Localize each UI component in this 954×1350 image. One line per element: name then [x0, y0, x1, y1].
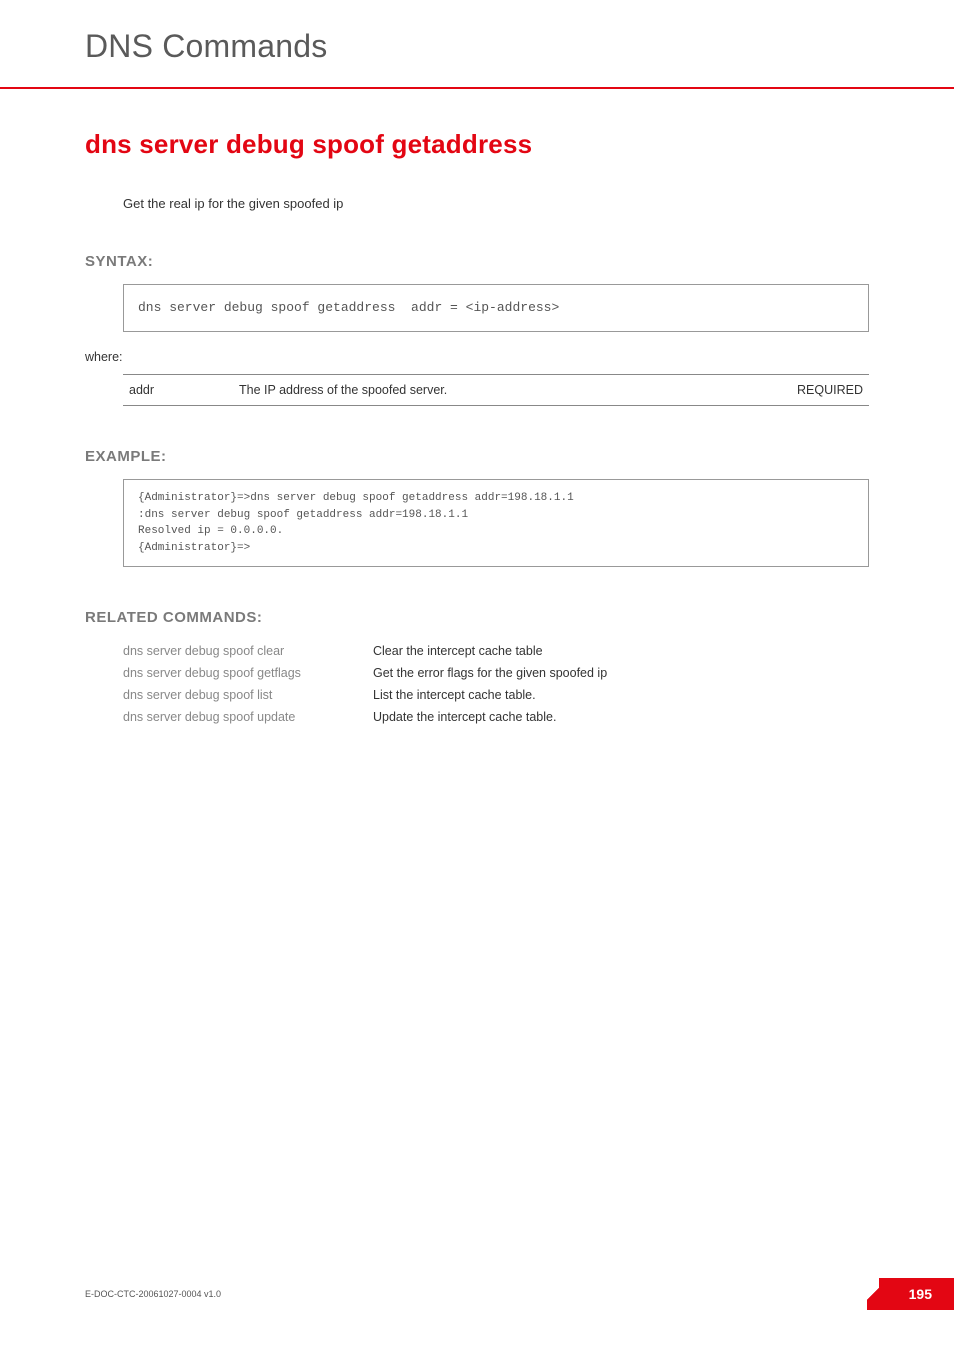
page-number-badge: 195	[879, 1278, 954, 1310]
example-code: {Administrator}=>dns server debug spoof …	[123, 479, 869, 567]
related-desc: Update the intercept cache table.	[373, 706, 625, 728]
table-row: dns server debug spoof getflags Get the …	[123, 662, 625, 684]
related-commands-table: dns server debug spoof clear Clear the i…	[123, 640, 625, 728]
related-label: RELATED COMMANDS:	[85, 609, 869, 626]
param-desc: The IP address of the spoofed server.	[233, 375, 759, 406]
doc-id: E-DOC-CTC-20061027-0004 v1.0	[85, 1289, 221, 1299]
related-cmd: dns server debug spoof clear	[123, 640, 373, 662]
example-label: EXAMPLE:	[85, 448, 869, 465]
param-name: addr	[123, 375, 233, 406]
command-title: dns server debug spoof getaddress	[85, 129, 869, 160]
command-description: Get the real ip for the given spoofed ip	[85, 196, 869, 211]
table-row: dns server debug spoof update Update the…	[123, 706, 625, 728]
table-row: addr The IP address of the spoofed serve…	[123, 375, 869, 406]
related-desc: Clear the intercept cache table	[373, 640, 625, 662]
related-cmd: dns server debug spoof update	[123, 706, 373, 728]
related-cmd: dns server debug spoof list	[123, 684, 373, 706]
param-required: REQUIRED	[759, 375, 869, 406]
related-desc: List the intercept cache table.	[373, 684, 625, 706]
chapter-title: DNS Commands	[85, 28, 869, 65]
param-table: addr The IP address of the spoofed serve…	[123, 374, 869, 406]
table-row: dns server debug spoof list List the int…	[123, 684, 625, 706]
syntax-code: dns server debug spoof getaddress addr =…	[123, 284, 869, 332]
where-label: where:	[85, 350, 869, 364]
related-cmd: dns server debug spoof getflags	[123, 662, 373, 684]
table-row: dns server debug spoof clear Clear the i…	[123, 640, 625, 662]
related-desc: Get the error flags for the given spoofe…	[373, 662, 625, 684]
syntax-label: SYNTAX:	[85, 253, 869, 270]
